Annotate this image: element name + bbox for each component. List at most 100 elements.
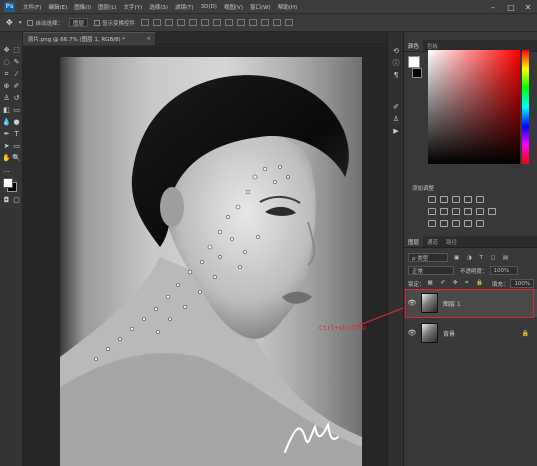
tab-close-icon[interactable]: × bbox=[146, 36, 151, 42]
color-field[interactable] bbox=[428, 50, 520, 164]
menu-bar: Ps 文件(F) 编辑(E) 图像(I) 图层(L) 文字(Y) 选择(S) 滤… bbox=[0, 0, 537, 14]
distribute-top-icon[interactable] bbox=[213, 19, 222, 26]
auto-select-option[interactable]: 自动选择： bbox=[27, 19, 63, 27]
quick-select-tool-icon[interactable]: ✎ bbox=[12, 58, 21, 67]
menu-window[interactable]: 窗口(W) bbox=[250, 3, 271, 11]
posterize-icon[interactable] bbox=[440, 220, 448, 227]
move-tool-icon[interactable]: ✥ bbox=[2, 46, 11, 55]
actions-icon[interactable]: ▶ bbox=[391, 126, 401, 135]
align-top-icon[interactable] bbox=[141, 19, 150, 26]
healing-tool-icon[interactable]: ⊕ bbox=[2, 82, 11, 91]
fill-input[interactable]: 100% bbox=[510, 279, 535, 288]
document-tab[interactable]: 原片.png @ 66.7% (图层 1, RGB/8) * × bbox=[23, 32, 155, 45]
distribute-right-icon[interactable] bbox=[273, 19, 282, 26]
invert-icon[interactable] bbox=[428, 220, 436, 227]
distribute-left-icon[interactable] bbox=[249, 19, 258, 26]
zoom-tool-icon[interactable]: 🔍 bbox=[12, 154, 21, 163]
distribute-bottom-icon[interactable] bbox=[237, 19, 246, 26]
tab-paths[interactable]: 路径 bbox=[442, 236, 461, 247]
minimize-icon[interactable]: – bbox=[485, 0, 501, 14]
black-white-icon[interactable] bbox=[452, 208, 460, 215]
blur-tool-icon[interactable]: 💧 bbox=[2, 118, 11, 127]
exposure-icon[interactable] bbox=[464, 196, 472, 203]
auto-select-checkbox[interactable] bbox=[27, 19, 34, 26]
shape-tool-icon[interactable]: ▭ bbox=[12, 142, 21, 151]
pen-tool-icon[interactable]: ✒ bbox=[2, 130, 11, 139]
layer-filter-dropdown[interactable]: ρ 类型 bbox=[408, 253, 448, 262]
canvas-area[interactable] bbox=[23, 46, 387, 466]
align-center-icon[interactable] bbox=[189, 19, 198, 26]
clone-source-icon[interactable]: ♙ bbox=[391, 114, 401, 123]
layer-row-background[interactable]: 👁 背景 🔒 bbox=[407, 319, 537, 347]
move-tool-icon[interactable]: ✥ bbox=[6, 18, 13, 27]
distribute-middle-icon[interactable] bbox=[225, 19, 234, 26]
background-swatch[interactable] bbox=[412, 68, 422, 78]
paragraph-icon[interactable]: ¶ bbox=[391, 70, 401, 79]
menu-help[interactable]: 帮助(H) bbox=[278, 3, 297, 11]
history-icon[interactable]: ⟲ bbox=[391, 46, 401, 55]
screen-mode-icon[interactable]: ▢ bbox=[12, 196, 21, 205]
align-left-icon[interactable] bbox=[177, 19, 186, 26]
menu-select[interactable]: 选择(S) bbox=[149, 3, 168, 11]
vibrance-icon[interactable] bbox=[476, 196, 484, 203]
tab-layers[interactable]: 图层 bbox=[404, 236, 424, 247]
eyedropper-tool-icon[interactable]: ⁄ bbox=[12, 70, 21, 79]
channel-mixer-icon[interactable] bbox=[476, 208, 484, 215]
lock-icons[interactable]: ▦ ✐ ✥ ⌗ 🔒 bbox=[428, 280, 486, 287]
tab-color[interactable]: 颜色 bbox=[404, 40, 424, 51]
more-tools-icon[interactable]: … bbox=[2, 166, 11, 175]
brightness-icon[interactable] bbox=[428, 196, 436, 203]
hue-saturation-icon[interactable] bbox=[428, 208, 436, 215]
show-transform-option[interactable]: 显示变换控件 bbox=[94, 19, 135, 27]
quick-mask-icon[interactable]: ◘ bbox=[2, 196, 11, 205]
levels-icon[interactable] bbox=[440, 196, 448, 203]
history-brush-tool-icon[interactable]: ↺ bbox=[12, 94, 21, 103]
menu-image[interactable]: 图像(I) bbox=[74, 3, 91, 11]
auto-select-target[interactable]: 图层 bbox=[68, 18, 88, 27]
tab-channels[interactable]: 通道 bbox=[423, 236, 442, 247]
menu-view[interactable]: 视图(V) bbox=[224, 3, 243, 11]
brush-tool-icon[interactable]: ✐ bbox=[12, 82, 21, 91]
menu-type[interactable]: 文字(Y) bbox=[124, 3, 143, 11]
photo-filter-icon[interactable] bbox=[464, 208, 472, 215]
menu-layer[interactable]: 图层(L) bbox=[98, 3, 116, 11]
close-icon[interactable]: ✕ bbox=[520, 0, 536, 14]
menu-edit[interactable]: 编辑(E) bbox=[48, 3, 67, 11]
eraser-tool-icon[interactable]: ◧ bbox=[2, 106, 11, 115]
blend-mode-dropdown[interactable]: 正常 bbox=[408, 266, 454, 275]
gradient-tool-icon[interactable]: ▭ bbox=[12, 106, 21, 115]
type-tool-icon[interactable]: T bbox=[12, 130, 21, 139]
tool-preset-dropdown[interactable]: ▾ bbox=[19, 20, 22, 26]
marquee-tool-icon[interactable]: ⬚ bbox=[12, 46, 21, 55]
brush-settings-icon[interactable]: ✐ bbox=[391, 102, 401, 111]
path-select-tool-icon[interactable]: ➤ bbox=[2, 142, 11, 151]
gradient-map-icon[interactable] bbox=[476, 220, 484, 227]
menu-file[interactable]: 文件(F) bbox=[23, 3, 41, 11]
foreground-swatch[interactable] bbox=[408, 56, 420, 68]
align-bottom-icon[interactable] bbox=[165, 19, 174, 26]
show-transform-checkbox[interactable] bbox=[94, 19, 100, 26]
auto-align-icon[interactable] bbox=[285, 19, 294, 26]
align-right-icon[interactable] bbox=[201, 19, 210, 26]
distribute-center-icon[interactable] bbox=[261, 19, 270, 26]
clone-stamp-tool-icon[interactable]: ♙ bbox=[2, 94, 11, 103]
hand-tool-icon[interactable]: ✋ bbox=[2, 154, 11, 163]
visibility-eye-icon[interactable]: 👁 bbox=[407, 329, 417, 337]
color-balance-icon[interactable] bbox=[440, 208, 448, 215]
selective-color-icon[interactable] bbox=[464, 220, 472, 227]
align-middle-icon[interactable] bbox=[153, 19, 162, 26]
curves-icon[interactable] bbox=[452, 196, 460, 203]
properties-icon[interactable]: ⓘ bbox=[391, 58, 401, 67]
layer-filter-icons[interactable]: ▣ ◑ T ◻ ▤ bbox=[454, 255, 511, 261]
color-lookup-icon[interactable] bbox=[488, 208, 496, 215]
foreground-color-swatch[interactable] bbox=[3, 178, 13, 188]
dodge-tool-icon[interactable]: ● bbox=[12, 118, 21, 127]
crop-tool-icon[interactable]: ⌗ bbox=[2, 70, 11, 79]
opacity-input[interactable]: 100% bbox=[489, 266, 518, 275]
menu-3d[interactable]: 3D(D) bbox=[201, 4, 217, 10]
threshold-icon[interactable] bbox=[452, 220, 460, 227]
maximize-icon[interactable]: □ bbox=[503, 0, 519, 14]
lasso-tool-icon[interactable]: ◌ bbox=[2, 58, 11, 67]
menu-filter[interactable]: 滤镜(T) bbox=[175, 3, 194, 11]
hue-slider[interactable] bbox=[522, 50, 529, 164]
